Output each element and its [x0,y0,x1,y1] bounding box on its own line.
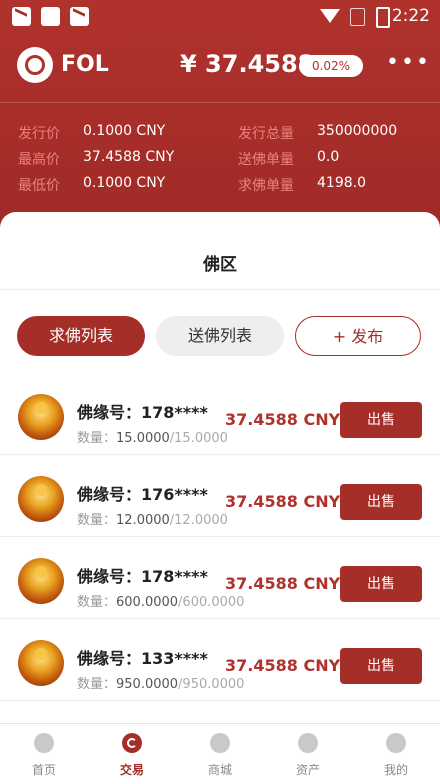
sell-button[interactable]: 出售 [340,648,422,684]
stat-lowest-price: 最低价 0.1000 CNY [18,175,218,195]
home-icon [34,733,54,753]
sell-button[interactable]: 出售 [340,402,422,438]
tab-trade[interactable]: 交易 [88,724,176,784]
list-item-price: 37.4588 CNY [225,656,341,675]
buddha-avatar [18,558,64,604]
battery-icon [376,7,390,28]
panel-title: 佛区 [203,255,237,275]
list-item-uid: 佛缘号：133**** [77,649,208,668]
buddha-avatar [18,476,64,522]
stat-label: 求佛单量 [238,178,294,194]
stat-issue-price: 发行价 0.1000 CNY [18,123,218,143]
stat-highest-price: 最高价 37.4588 CNY [18,149,218,169]
stat-value: 350000000 [317,123,398,139]
coin-header: FOL ¥ 37.4588 0.02% ••• [0,40,440,92]
notification-icon [70,7,89,26]
list-item-quantity: 数量：12.0000/12.0000 [77,509,228,528]
buddha-avatar [18,394,64,440]
no-sim-icon [350,8,365,26]
assets-icon [298,733,318,753]
qty-total: /15.0000 [169,431,228,446]
tab-profile[interactable]: 我的 [352,724,440,784]
list-tabs: 求佛列表 送佛列表 + 发布 [0,316,440,358]
list-item: 佛缘号：176**** 数量：12.0000/12.0000 37.4588 C… [0,454,440,537]
qty-current: 15.0000 [116,431,170,446]
tab-label: 首页 [31,763,56,777]
stat-value: 0.1000 CNY [83,175,166,191]
current-price: ¥ 37.4588 [180,50,315,78]
tab-label: 我的 [383,763,408,777]
tab-mall[interactable]: 商城 [176,724,264,784]
qty-total: /12.0000 [169,513,228,528]
sell-button[interactable]: 出售 [340,484,422,520]
qty-total: /950.0000 [178,677,245,692]
tab-home[interactable]: 首页 [0,724,88,784]
stat-value: 37.4588 CNY [83,149,175,165]
tab-label: 资产 [295,763,320,777]
tab-assets[interactable]: 资产 [264,724,352,784]
list-item: 佛缘号：178**** 数量：600.0000/600.0000 37.4588… [0,536,440,619]
sell-button[interactable]: 出售 [340,566,422,602]
trade-icon [122,733,142,753]
stat-label: 发行总量 [238,126,294,142]
panel-divider [0,289,440,290]
tab-label: 商城 [207,763,232,777]
list-item: 佛缘号：178**** 数量：15.0000/15.0000 37.4588 C… [0,372,440,455]
notification-icon [12,7,31,26]
tab-label: 交易 [119,763,144,777]
tab-give-list[interactable]: 送佛列表 [156,316,284,356]
stat-value: 0.0 [317,149,340,165]
stat-label: 送佛单量 [238,152,294,168]
list-item-uid: 佛缘号：178**** [77,567,208,586]
list-item-quantity: 数量：950.0000/950.0000 [77,673,244,692]
buddha-avatar [18,640,64,686]
publish-button[interactable]: + 发布 [295,316,421,356]
app-square-icon [41,7,60,26]
more-dots-icon[interactable]: ••• [386,50,431,75]
qty-label: 数量： [77,677,117,692]
list-item-quantity: 数量：15.0000/15.0000 [77,427,228,446]
price-change-badge: 0.02% [299,55,363,77]
list-item: 佛缘号：133**** 数量：950.0000/950.0000 37.4588… [0,618,440,701]
list-item-uid: 佛缘号：176**** [77,485,208,504]
mall-icon [210,733,230,753]
stat-value: 4198.0 [317,175,366,191]
qty-label: 数量： [77,595,117,610]
wifi-icon [320,9,340,23]
list-item-price: 37.4588 CNY [225,492,341,511]
qty-total: /600.0000 [178,595,245,610]
stat-give-volume: 送佛单量 0.0 [238,149,428,169]
stat-label: 最高价 [18,152,60,168]
qty-label: 数量： [77,431,117,446]
list-item-price: 37.4588 CNY [225,574,341,593]
list-item-price: 37.4588 CNY [225,410,341,429]
tab-request-list[interactable]: 求佛列表 [17,316,145,356]
qty-label: 数量： [77,513,117,528]
status-time: 2:22 [391,6,430,26]
coin-name: FOL [61,52,109,77]
qty-current: 12.0000 [116,513,170,528]
stat-total-supply: 发行总量 350000000 [238,123,428,143]
bottom-tab-bar: 首页 交易 商城 资产 我的 [0,723,440,784]
stat-request-volume: 求佛单量 4198.0 [238,175,428,195]
header-background: 2:22 FOL ¥ 37.4588 0.02% ••• 发行价 0.1000 … [0,0,440,240]
qty-current: 600.0000 [116,595,179,610]
profile-icon [386,733,406,753]
status-bar: 2:22 [0,0,440,32]
stat-label: 最低价 [18,178,60,194]
header-divider [0,102,440,103]
qty-current: 950.0000 [116,677,179,692]
list-item-quantity: 数量：600.0000/600.0000 [77,591,244,610]
coin-logo-icon [17,47,53,83]
stat-value: 0.1000 CNY [83,123,166,139]
list-item-uid: 佛缘号：178**** [77,403,208,422]
stat-label: 发行价 [18,126,60,142]
